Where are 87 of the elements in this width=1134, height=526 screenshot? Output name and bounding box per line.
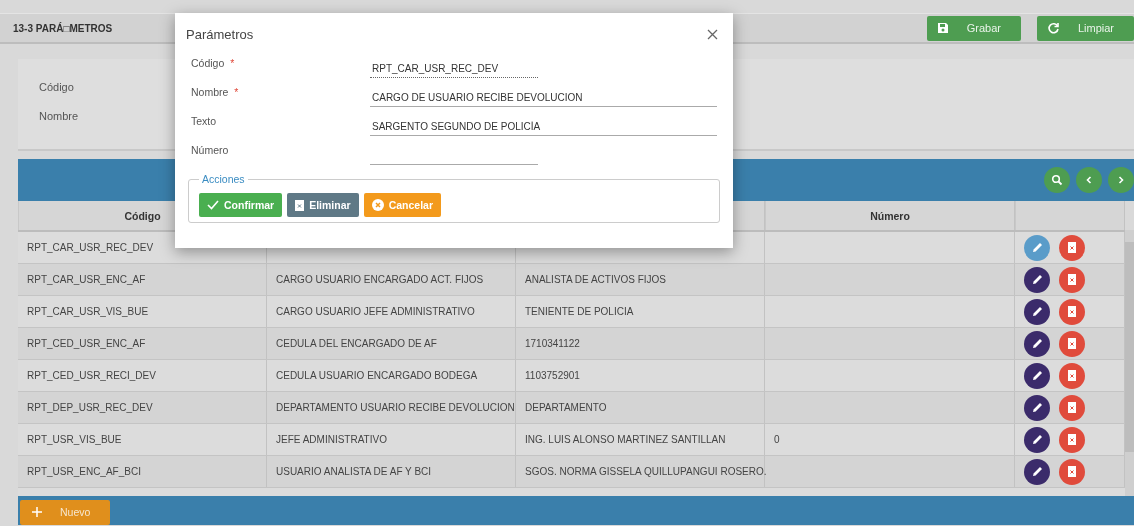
trash-icon	[1067, 370, 1077, 381]
table-cell: RPT_CAR_USR_REC_DEV	[27, 242, 154, 253]
table-cell: 1103752901	[525, 370, 580, 381]
trash-icon	[1067, 274, 1077, 285]
page-title: 13-3 PARÁ□METROS	[13, 22, 113, 34]
field-label: Número	[191, 144, 229, 156]
trash-icon	[1067, 434, 1077, 445]
delete-button[interactable]	[1059, 362, 1085, 389]
table-cell: CEDULA USUARIO ENCARGADO BODEGA	[276, 370, 478, 381]
table-cell: ING. LUIS ALONSO MARTINEZ SANTILLAN	[525, 434, 726, 445]
delete-button[interactable]	[1059, 458, 1085, 485]
delete-button[interactable]	[1059, 394, 1085, 421]
close-icon	[707, 28, 718, 40]
table-cell: RPT_CED_USR_RECI_DEV	[27, 370, 156, 381]
filter-label: Nombre	[39, 110, 79, 122]
checkmark-icon	[207, 200, 219, 210]
required-mark: *	[230, 57, 235, 69]
field-label: Texto	[191, 115, 217, 127]
trash-icon	[1067, 242, 1077, 253]
scrollbar[interactable]	[1125, 230, 1134, 496]
edit-button[interactable]	[1024, 362, 1050, 389]
edit-button[interactable]	[1024, 266, 1050, 293]
table-cell: 0	[774, 434, 780, 445]
plus-icon	[32, 507, 42, 517]
pencil-icon	[1031, 274, 1043, 285]
table-cell: JEFE ADMINISTRATIVO	[276, 434, 387, 445]
delete-button[interactable]	[1059, 426, 1085, 453]
required-mark: *	[234, 86, 239, 98]
edit-button[interactable]	[1024, 330, 1050, 357]
trash-icon	[1067, 338, 1077, 349]
column-header: Número	[765, 201, 1015, 230]
edit-button[interactable]	[1024, 458, 1050, 485]
delete-button[interactable]	[1059, 298, 1085, 325]
table-cell: RPT_USR_ENC_AF_BCI	[27, 466, 141, 477]
input-field[interactable]: RPT_CAR_USR_REC_DEV	[370, 59, 538, 78]
input-field[interactable]: CARGO DE USUARIO RECIBE DEVOLUCION	[370, 88, 717, 107]
action-button[interactable]: Cancelar	[363, 193, 441, 217]
field-label: Nombre	[191, 86, 229, 98]
new-button[interactable]: Nuevo	[20, 499, 111, 525]
table-cell: CARGO USUARIO JEFE ADMINISTRATIVO	[276, 306, 475, 317]
table-cell: DEPARTAMENTO USUARIO RECIBE DEVOLUCION	[276, 402, 515, 413]
pencil-icon	[1031, 370, 1043, 381]
table-cell: DEPARTAMENTO	[525, 402, 607, 413]
table-cell: CARGO USUARIO ENCARGADO ACT. FIJOS	[276, 274, 484, 285]
filter-label: Código	[39, 81, 74, 93]
table-cell: RPT_CED_USR_ENC_AF	[27, 338, 146, 349]
pencil-icon	[1031, 466, 1043, 477]
search-button[interactable]	[1044, 167, 1070, 193]
toolbar-button[interactable]: Grabar	[926, 15, 1021, 41]
delete-button[interactable]	[1059, 266, 1085, 293]
input-field[interactable]: SARGENTO SEGUNDO DE POLICÍA	[370, 117, 717, 136]
save-icon	[936, 22, 949, 34]
delete-button[interactable]	[1059, 330, 1085, 357]
table-cell: USUARIO ANALISTA DE AF Y BCI	[276, 466, 432, 477]
search-icon	[1051, 174, 1063, 186]
table-cell: RPT_DEP_USR_REC_DEV	[27, 402, 153, 413]
table-cell: ANALISTA DE ACTIVOS FIJOS	[525, 274, 666, 285]
refresh-icon	[1046, 21, 1060, 35]
table-cell: TENIENTE DE POLICIA	[525, 306, 634, 317]
delete-button[interactable]	[1059, 234, 1085, 261]
table-cell: RPT_CAR_USR_VIS_BUE	[27, 306, 149, 317]
trash-icon	[1067, 306, 1077, 317]
table-cell: CEDULA DEL ENCARGADO DE AF	[276, 338, 437, 349]
group-legend: Acciones	[199, 173, 248, 185]
pencil-icon	[1031, 306, 1043, 317]
toolbar-button[interactable]: Limpiar	[1036, 15, 1134, 41]
edit-button[interactable]	[1024, 394, 1050, 421]
edit-button[interactable]	[1024, 426, 1050, 453]
pencil-icon	[1031, 338, 1043, 349]
table-cell: 1710341122	[525, 338, 580, 349]
pencil-icon	[1031, 242, 1043, 253]
trash-icon	[1067, 402, 1077, 413]
table-cell: SGOS. NORMA GISSELA QUILLUPANGUI ROSERO.	[525, 466, 767, 477]
pencil-icon	[1031, 434, 1043, 445]
edit-button[interactable]	[1024, 298, 1050, 325]
chevron-right-icon	[1116, 175, 1126, 185]
pencil-icon	[1031, 402, 1043, 413]
table-cell: RPT_CAR_USR_ENC_AF	[27, 274, 146, 285]
dialog-title: Parámetros	[186, 26, 254, 42]
trash-icon	[295, 199, 305, 211]
chevron-left-icon	[1084, 175, 1094, 185]
action-button[interactable]: Confirmar	[199, 193, 283, 217]
action-button[interactable]: Eliminar	[287, 193, 359, 217]
table-cell: RPT_USR_VIS_BUE	[27, 434, 122, 445]
field-label: Código	[191, 57, 225, 69]
trash-icon	[1067, 466, 1077, 477]
cancel-icon	[371, 199, 384, 211]
